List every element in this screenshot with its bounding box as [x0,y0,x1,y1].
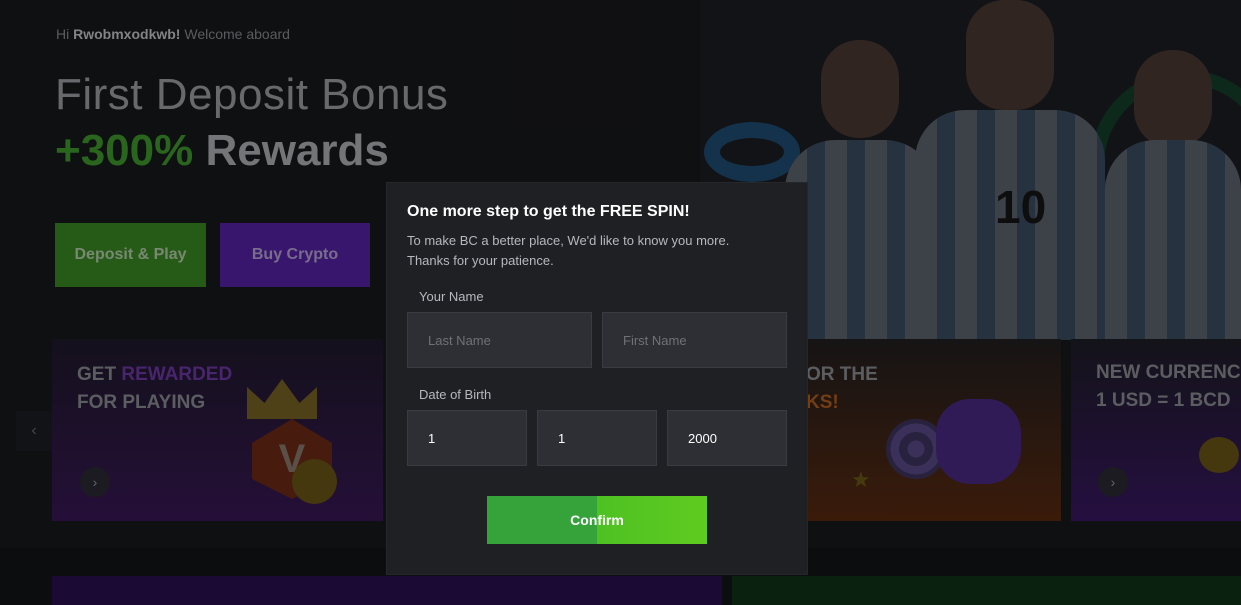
dob-label: Date of Birth [419,387,492,402]
dob-month-input[interactable] [537,410,657,466]
confirm-button[interactable]: Confirm [487,496,707,544]
page: Hi Rwobmxodkwb! Welcome aboard First Dep… [0,0,1241,605]
modal-description: To make BC a better place, We'd like to … [407,231,787,271]
description-line1: To make BC a better place, We'd like to … [407,233,730,248]
dob-year-input[interactable] [667,410,787,466]
modal-title: One more step to get the FREE SPIN! [407,203,690,220]
description-line2: Thanks for your patience. [407,253,554,268]
name-label: Your Name [419,289,484,304]
last-name-input[interactable] [407,312,592,368]
dob-day-input[interactable] [407,410,527,466]
free-spin-modal: One more step to get the FREE SPIN! To m… [387,183,807,574]
first-name-input[interactable] [602,312,787,368]
